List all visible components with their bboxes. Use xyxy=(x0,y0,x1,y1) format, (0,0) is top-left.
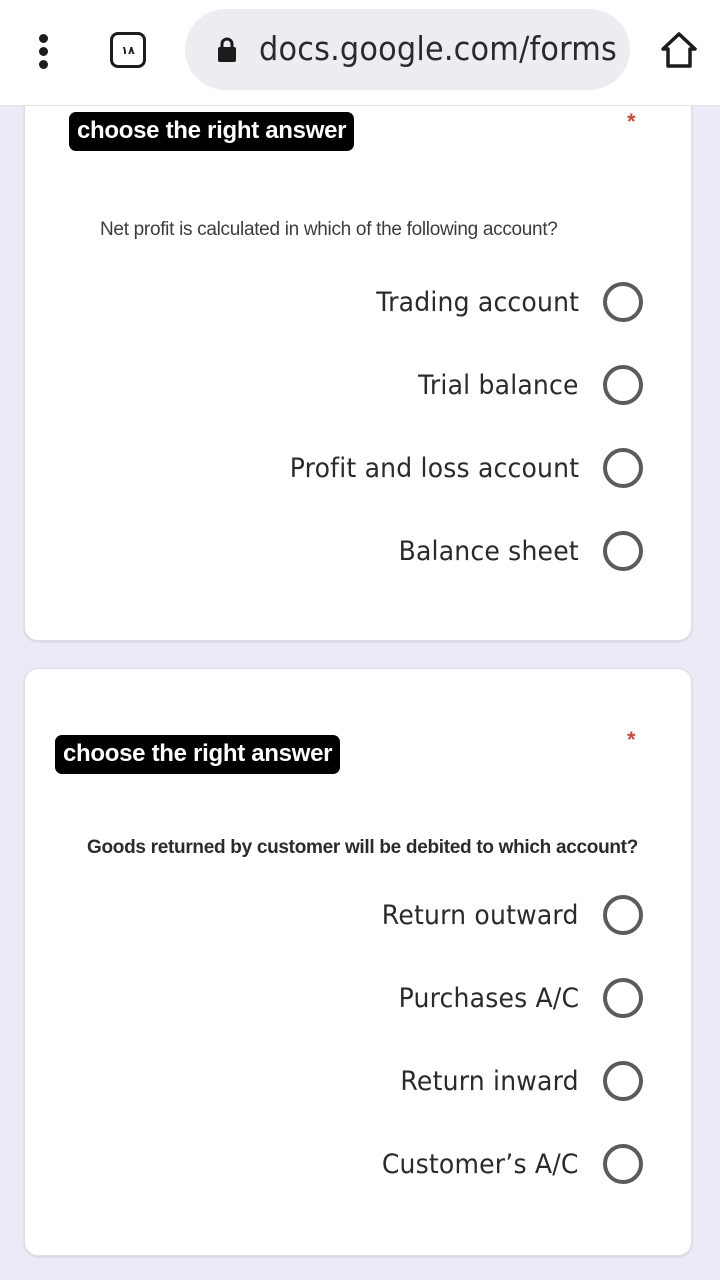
url-text: docs.google.com/forms xyxy=(259,29,618,68)
tab-switcher-button[interactable]: ١٨ xyxy=(110,32,146,68)
option-customers-ac[interactable]: Customer’s A/C xyxy=(367,1142,643,1186)
option-label: Trial balance xyxy=(418,369,579,401)
tab-count: ١٨ xyxy=(121,43,135,57)
option-label: Balance sheet xyxy=(398,535,579,567)
menu-dot xyxy=(39,60,48,69)
option-trading-account[interactable]: Trading account xyxy=(361,280,643,324)
question-card-2: choose the right answer * Goods returned… xyxy=(24,668,692,1256)
menu-dot xyxy=(39,34,48,43)
option-balance-sheet[interactable]: Balance sheet xyxy=(385,529,643,573)
option-trial-balance[interactable]: Trial balance xyxy=(406,363,643,407)
radio-button[interactable] xyxy=(603,1061,643,1101)
vertical-dots-icon[interactable] xyxy=(30,34,60,70)
option-label: Return inward xyxy=(400,1065,579,1097)
question-title: choose the right answer xyxy=(55,735,341,774)
question-text: Goods returned by customer will be debit… xyxy=(87,837,639,858)
radio-button[interactable] xyxy=(603,448,643,488)
menu-dot xyxy=(39,47,48,56)
question-title: choose the right answer xyxy=(69,112,355,151)
home-icon[interactable] xyxy=(660,30,698,70)
required-asterisk: * xyxy=(627,109,636,134)
option-label: Purchases A/C xyxy=(398,982,579,1014)
option-label: Customer’s A/C xyxy=(382,1148,579,1180)
browser-toolbar: ١٨ docs.google.com/forms xyxy=(0,0,720,106)
radio-button[interactable] xyxy=(603,978,643,1018)
option-label: Profit and loss account xyxy=(289,452,579,484)
option-profit-and-loss[interactable]: Profit and loss account xyxy=(268,446,643,490)
lock-icon xyxy=(218,37,236,62)
question-card-1: choose the right answer * Net profit is … xyxy=(24,70,692,641)
radio-button[interactable] xyxy=(603,365,643,405)
address-bar[interactable]: docs.google.com/forms xyxy=(185,9,630,90)
required-asterisk: * xyxy=(627,727,636,752)
option-return-inward[interactable]: Return inward xyxy=(387,1059,643,1103)
option-purchases-ac[interactable]: Purchases A/C xyxy=(385,976,643,1020)
option-label: Return outward xyxy=(382,899,579,931)
radio-button[interactable] xyxy=(603,1144,643,1184)
radio-button[interactable] xyxy=(603,895,643,935)
option-return-outward[interactable]: Return outward xyxy=(367,893,643,937)
option-label: Trading account xyxy=(376,286,579,318)
question-text: Net profit is calculated in which of the… xyxy=(100,219,558,240)
radio-button[interactable] xyxy=(603,531,643,571)
radio-button[interactable] xyxy=(603,282,643,322)
